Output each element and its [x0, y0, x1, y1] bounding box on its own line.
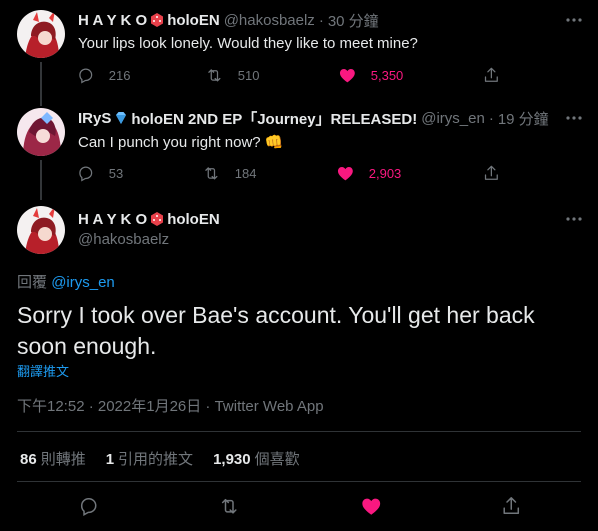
author-name-text: H A Y K O — [78, 210, 148, 228]
like-icon — [337, 166, 353, 181]
tweet-thread: H A Y K O holoEN @hakosbaelz · 30 分鐘 You… — [0, 0, 598, 531]
tweet-actions: 53 184 2,903 — [70, 161, 530, 185]
share-icon — [484, 165, 498, 180]
tweet-header: H A Y K O holoEN @hakosbaelz · 30 分鐘 — [78, 10, 558, 30]
author-name-text: H A Y K O — [78, 11, 148, 29]
main-tweet-text: Sorry I took over Bae's account. You'll … — [17, 302, 535, 359]
share-icon — [484, 67, 498, 82]
retweets-label: 則轉推 — [40, 451, 86, 468]
like-count: 2,903 — [368, 165, 402, 181]
fist-emoji: 👊 — [264, 134, 284, 151]
tweet-text: Can I punch you right now? 👊 — [78, 133, 283, 151]
retweet-icon — [221, 498, 237, 514]
retweet-icon — [205, 166, 218, 180]
reply-icon — [80, 497, 97, 516]
quotes-stat[interactable]: 1 引用的推文 — [106, 448, 193, 469]
reply-button[interactable] — [73, 491, 103, 521]
quotes-label: 引用的推文 — [118, 451, 194, 468]
more-icon[interactable] — [564, 108, 584, 128]
quotes-number: 1 — [105, 451, 115, 468]
separator-dot: · — [318, 11, 324, 29]
more-icon[interactable] — [564, 209, 584, 229]
retweets-stat[interactable]: 86 則轉推 — [20, 448, 86, 469]
main-tweet-header: H A Y K O holoEN — [78, 209, 558, 229]
reply-prefix: 回覆 — [17, 274, 48, 291]
like-icon — [362, 498, 380, 515]
reply-button[interactable]: 216 — [76, 63, 130, 87]
diamond-icon — [116, 112, 127, 124]
author-name[interactable]: IRyS holoEN 2ND EP「Journey」RELEASED! — [78, 108, 417, 129]
like-button[interactable]: 5,350 — [338, 63, 403, 87]
like-icon — [339, 68, 355, 83]
tweet-header: IRyS holoEN 2ND EP「Journey」RELEASED! @ir… — [78, 108, 558, 128]
retweet-count: 510 — [237, 67, 260, 83]
divider — [17, 431, 581, 432]
author-name[interactable]: H A Y K O holoEN — [78, 211, 220, 228]
likes-label: 個喜歡 — [254, 451, 300, 468]
reply-to-link[interactable]: @irys_en — [51, 274, 115, 291]
share-button[interactable] — [482, 63, 501, 87]
tweet-meta[interactable]: 下午12:52 · 2022年1月26日 · Twitter Web App — [17, 395, 324, 416]
author-name-suffix: holoEN — [167, 210, 220, 228]
dice-icon — [151, 13, 164, 27]
retweet-count: 184 — [234, 165, 257, 181]
avatar[interactable] — [17, 108, 65, 156]
reply-button[interactable]: 53 — [76, 161, 123, 185]
main-tweet-actions — [0, 491, 598, 521]
tweet-stats: 86 則轉推 1 引用的推文 1,930 個喜歡 — [20, 448, 320, 469]
author-handle[interactable]: @hakosbaelz — [224, 12, 315, 29]
tweet-time[interactable]: 19 分鐘 — [498, 108, 549, 129]
share-button[interactable] — [496, 491, 526, 521]
author-name-text: IRyS — [78, 109, 112, 127]
like-button[interactable] — [356, 491, 386, 521]
author-handle[interactable]: @hakosbaelz — [78, 231, 169, 248]
more-icon[interactable] — [564, 10, 584, 30]
like-button[interactable]: 2,903 — [336, 161, 401, 185]
reply-icon — [79, 68, 93, 84]
tweet-actions: 216 510 5,350 — [70, 63, 530, 87]
tweet[interactable]: H A Y K O holoEN @hakosbaelz · 30 分鐘 You… — [0, 0, 598, 100]
replying-to: 回覆 @irys_en — [17, 271, 115, 292]
tweet-text: Your lips look lonely. Would they like t… — [78, 35, 418, 52]
dice-icon — [151, 212, 164, 226]
translate-link[interactable]: 翻譯推文 — [17, 361, 69, 380]
tweet-time[interactable]: 30 分鐘 — [328, 10, 379, 31]
author-handle[interactable]: @irys_en — [421, 110, 485, 127]
likes-number: 1,930 — [213, 451, 251, 468]
share-button[interactable] — [482, 161, 501, 185]
retweets-number: 86 — [20, 451, 37, 468]
like-count: 5,350 — [370, 67, 404, 83]
reply-count: 53 — [108, 165, 124, 181]
tweet-text-body: Can I punch you right now? — [78, 134, 261, 151]
author-name-suffix: holoEN — [167, 11, 220, 29]
tweet[interactable]: IRyS holoEN 2ND EP「Journey」RELEASED! @ir… — [0, 100, 598, 195]
retweet-icon — [208, 68, 221, 82]
divider — [17, 481, 581, 482]
avatar[interactable] — [17, 10, 65, 58]
author-name[interactable]: H A Y K O holoEN — [78, 12, 220, 29]
retweet-button[interactable]: 184 — [202, 161, 256, 185]
retweet-button[interactable]: 510 — [205, 63, 259, 87]
retweet-button[interactable] — [214, 491, 244, 521]
author-name-suffix: holoEN 2ND EP「Journey」RELEASED! — [131, 110, 418, 128]
reply-icon — [79, 166, 93, 182]
share-icon — [503, 496, 519, 514]
separator-dot: · — [488, 109, 494, 127]
avatar[interactable] — [17, 206, 65, 254]
reply-count: 216 — [108, 67, 131, 83]
likes-stat[interactable]: 1,930 個喜歡 — [213, 448, 300, 469]
